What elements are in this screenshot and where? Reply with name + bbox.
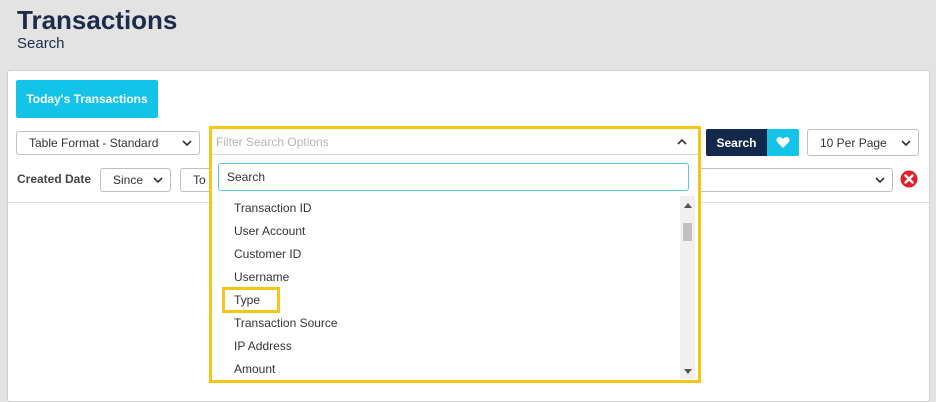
page-subtitle: Search bbox=[17, 35, 65, 52]
created-date-label: Created Date bbox=[17, 172, 92, 186]
heart-icon bbox=[776, 137, 790, 148]
favorite-button[interactable] bbox=[767, 129, 799, 156]
filter-value-select[interactable] bbox=[690, 168, 893, 192]
clear-icon[interactable] bbox=[900, 170, 918, 188]
chevron-down-icon bbox=[182, 140, 192, 147]
todays-transactions-button[interactable]: Today's Transactions bbox=[16, 80, 158, 118]
chevron-down-icon bbox=[875, 177, 885, 184]
table-format-value: Table Format - Standard bbox=[29, 136, 159, 150]
chevron-down-icon bbox=[901, 140, 911, 147]
filter-highlight-outline bbox=[209, 126, 701, 383]
since-select[interactable]: Since bbox=[100, 168, 171, 192]
per-page-value: 10 Per Page bbox=[820, 135, 887, 150]
search-button[interactable]: Search bbox=[706, 129, 767, 156]
since-value: Since bbox=[113, 173, 144, 187]
table-format-select[interactable]: Table Format - Standard bbox=[16, 131, 200, 155]
page-title: Transactions bbox=[17, 5, 178, 35]
to-value: To bbox=[193, 173, 206, 187]
chevron-down-icon bbox=[153, 177, 163, 184]
per-page-select[interactable]: 10 Per Page bbox=[807, 129, 919, 156]
